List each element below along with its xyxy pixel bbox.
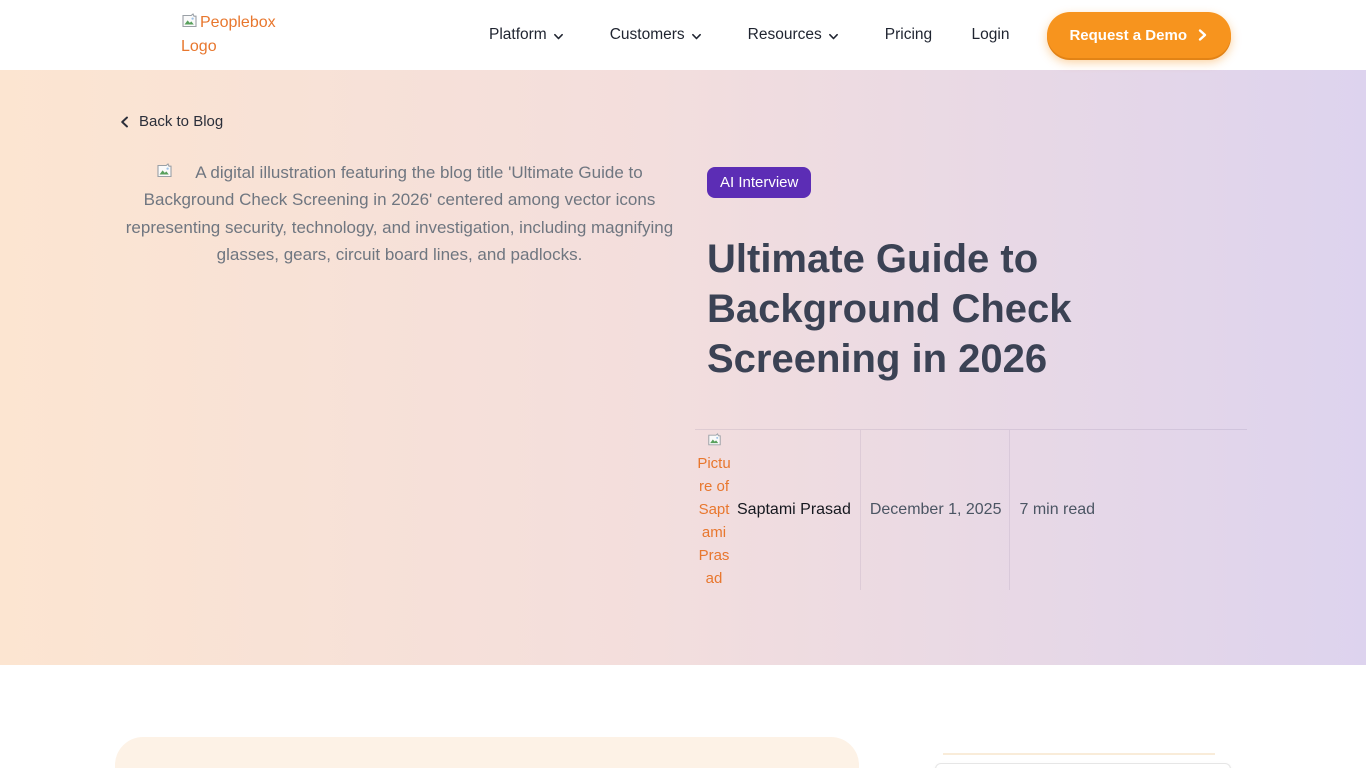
featured-image-alt-text: A digital illustration featuring the blo… [126,163,673,265]
login-link[interactable]: Login [972,26,1010,44]
nav-label: Resources [748,26,822,44]
featured-image-broken: A digital illustration featuring the blo… [119,159,680,590]
article-body-section [0,665,1366,768]
nav-item-resources[interactable]: Resources [748,26,839,44]
nav-label: Customers [610,26,685,44]
post-meta: Picture of Saptami Prasad Saptami Prasad… [695,430,1247,590]
blog-hero-section: Back to Blog A digital illustration feat… [0,70,1366,665]
chevron-left-icon [119,116,131,128]
nav-item-platform[interactable]: Platform [489,26,564,44]
nav-label: Platform [489,26,547,44]
chevron-right-icon [1195,28,1209,42]
vertical-separator [860,430,861,590]
back-to-blog-link[interactable]: Back to Blog [119,113,223,130]
category-badge[interactable]: AI Interview [707,167,811,198]
author-name[interactable]: Saptami Prasad [737,501,851,519]
sidebar-accent-line [943,753,1215,755]
nav-label: Pricing [885,26,932,44]
chevron-down-icon [691,31,702,42]
request-demo-button[interactable]: Request a Demo [1047,12,1231,58]
sidebar-card [935,763,1231,768]
main-nav: Platform Customers Resources Pricing [489,26,932,44]
post-title: Ultimate Guide to Background Check Scree… [707,234,1187,384]
broken-image-icon [156,163,173,179]
broken-image-icon [181,13,198,29]
author-avatar-alt-text: Picture of Saptami Prasad [697,455,730,587]
request-demo-label: Request a Demo [1069,27,1187,44]
broken-image-icon [707,433,722,447]
back-to-blog-label: Back to Blog [139,113,223,130]
publish-date: December 1, 2025 [870,501,1002,519]
article-summary-card [115,737,859,768]
author-avatar-broken: Picture of Saptami Prasad [695,429,733,590]
peoplebox-logo[interactable]: Peoplebox Logo [181,11,291,59]
chevron-down-icon [553,31,564,42]
read-time: 7 min read [1019,501,1095,519]
site-header: Peoplebox Logo Platform Customers Resour… [0,0,1366,70]
nav-item-customers[interactable]: Customers [610,26,702,44]
chevron-down-icon [828,31,839,42]
nav-item-pricing[interactable]: Pricing [885,26,932,44]
vertical-separator [1009,430,1010,590]
